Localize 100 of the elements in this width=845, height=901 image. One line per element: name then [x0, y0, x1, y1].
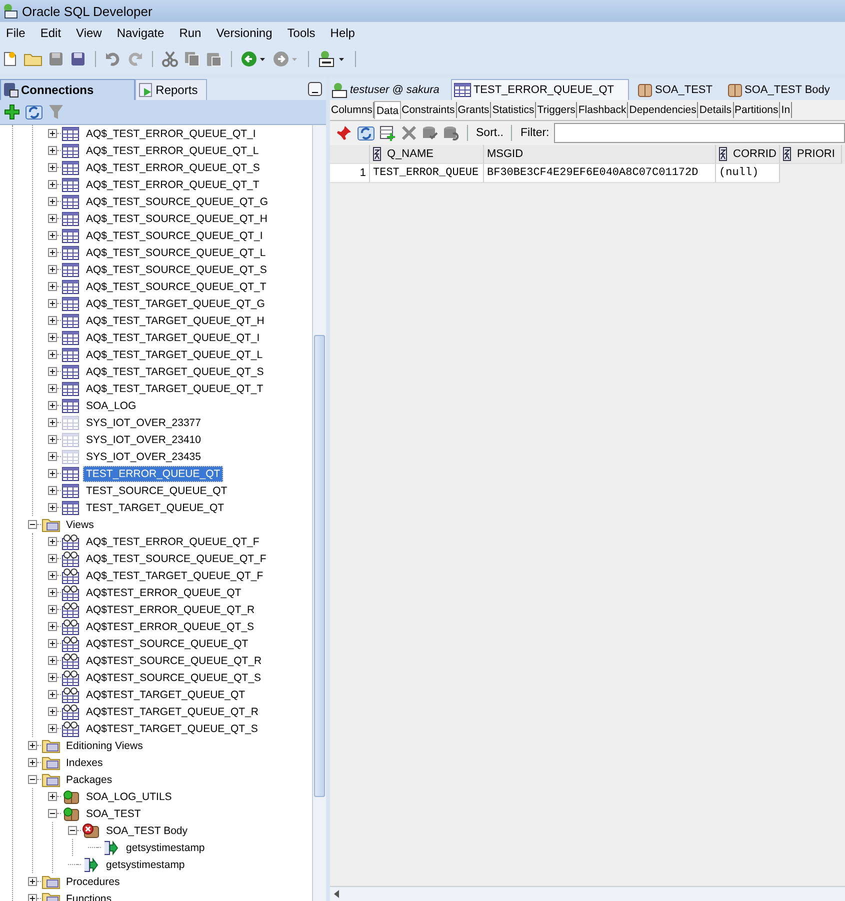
expander-icon[interactable]: [28, 894, 37, 901]
expander-icon[interactable]: [48, 214, 57, 223]
expander-icon[interactable]: [68, 826, 77, 835]
filter-field[interactable]: [554, 123, 845, 143]
expander-icon[interactable]: [48, 350, 57, 359]
tree-item[interactable]: SOA_TEST Body: [103, 822, 191, 838]
column-header[interactable]: PRIORI: [780, 145, 842, 164]
menu-item[interactable]: Help: [330, 26, 355, 40]
back-icon[interactable]: [241, 51, 267, 67]
expander-icon[interactable]: [48, 299, 57, 308]
tree-item[interactable]: AQ$_TEST_SOURCE_QUEUE_QT_I: [83, 228, 266, 244]
sub-tab[interactable]: Partitions: [734, 102, 780, 118]
tree-item[interactable]: AQ$TEST_SOURCE_QUEUE_QT: [83, 636, 252, 652]
tree-item[interactable]: AQ$_TEST_ERROR_QUEUE_QT_S: [83, 160, 263, 176]
insert-row-icon[interactable]: [380, 125, 396, 141]
expander-icon[interactable]: [48, 197, 57, 206]
panel-tab[interactable]: Connections: [0, 79, 135, 100]
expander-icon[interactable]: [48, 129, 57, 138]
tree-item[interactable]: TEST_TARGET_QUEUE_QT: [83, 500, 228, 516]
sql-worksheet-icon[interactable]: [318, 50, 346, 68]
tree-item[interactable]: AQ$TEST_SOURCE_QUEUE_QT_S: [83, 670, 264, 686]
tree-item[interactable]: AQ$TEST_ERROR_QUEUE_QT_R: [83, 602, 258, 618]
expander-icon[interactable]: [48, 265, 57, 274]
menu-item[interactable]: Versioning: [216, 26, 272, 40]
tree-item[interactable]: AQ$TEST_TARGET_QUEUE_QT: [83, 686, 248, 702]
scrollbar[interactable]: [330, 886, 845, 901]
undo-icon[interactable]: [105, 51, 121, 67]
cut-icon[interactable]: [162, 51, 178, 67]
expander-icon[interactable]: [48, 622, 57, 631]
editor-tab[interactable]: TEST_ERROR_QUEUE_QT: [451, 79, 630, 100]
tree-item[interactable]: AQ$_TEST_TARGET_QUEUE_QT_F: [83, 568, 266, 584]
tree-item[interactable]: AQ$_TEST_ERROR_QUEUE_QT_T: [83, 176, 262, 192]
tree-item[interactable]: Editioning Views: [63, 738, 146, 754]
sub-tab[interactable]: Details: [698, 102, 734, 118]
expander-icon[interactable]: [28, 877, 37, 886]
expander-icon[interactable]: [48, 384, 57, 393]
forward-icon[interactable]: [273, 51, 299, 67]
expander-icon[interactable]: [48, 333, 57, 342]
editor-tab[interactable]: testuser @ sakura: [330, 80, 446, 100]
expander-icon[interactable]: [48, 554, 57, 563]
expander-icon[interactable]: [48, 673, 57, 682]
save-all-icon[interactable]: [70, 51, 86, 67]
tree-item[interactable]: SYS_IOT_OVER_23410: [83, 432, 204, 448]
sub-tab[interactable]: Dependencies: [628, 102, 698, 118]
minimize-button[interactable]: [308, 82, 322, 96]
tree-item[interactable]: Procedures: [63, 874, 123, 890]
tree-item[interactable]: Packages: [63, 772, 116, 788]
expander-icon[interactable]: [48, 486, 57, 495]
refresh-icon[interactable]: [25, 104, 43, 120]
tree-item[interactable]: AQ$_TEST_SOURCE_QUEUE_QT_G: [83, 194, 272, 210]
sub-tab[interactable]: Statistics: [491, 102, 536, 118]
delete-icon[interactable]: [401, 125, 417, 141]
refresh-icon[interactable]: [357, 125, 375, 141]
save-icon[interactable]: [48, 51, 64, 67]
expander-icon[interactable]: [48, 656, 57, 665]
tree-item[interactable]: AQ$_TEST_TARGET_QUEUE_QT_T: [83, 380, 266, 396]
expander-icon[interactable]: [48, 367, 57, 376]
menu-item[interactable]: Navigate: [116, 26, 164, 40]
expander-icon[interactable]: [48, 248, 57, 257]
tree-item[interactable]: AQ$_TEST_ERROR_QUEUE_QT_F: [83, 534, 262, 550]
tree-item[interactable]: AQ$_TEST_TARGET_QUEUE_QT_S: [83, 364, 267, 380]
editor-tab[interactable]: SOA_TEST Body: [724, 80, 836, 100]
scrollbar[interactable]: [312, 125, 326, 901]
sub-tab[interactable]: In: [780, 102, 792, 118]
expander-icon[interactable]: [48, 537, 57, 546]
tree-item[interactable]: AQ$TEST_TARGET_QUEUE_QT_R: [83, 704, 262, 720]
tree-item[interactable]: TEST_ERROR_QUEUE_QT: [83, 466, 224, 482]
expander-icon[interactable]: [28, 758, 37, 767]
expander-icon[interactable]: [48, 605, 57, 614]
tree-item[interactable]: AQ$_TEST_SOURCE_QUEUE_QT_F: [83, 550, 270, 566]
tree-item[interactable]: SYS_IOT_OVER_23377: [83, 414, 204, 430]
expander-icon[interactable]: [48, 401, 57, 410]
tree-item[interactable]: AQ$_TEST_TARGET_QUEUE_QT_H: [83, 312, 268, 328]
menu-item[interactable]: File: [6, 26, 26, 40]
menu-item[interactable]: View: [76, 26, 102, 40]
sub-tab[interactable]: Data: [374, 101, 401, 119]
commit-icon[interactable]: [422, 125, 438, 141]
expander-icon[interactable]: [48, 316, 57, 325]
paste-icon[interactable]: [206, 51, 222, 67]
rollback-icon[interactable]: [443, 125, 459, 141]
expander-icon[interactable]: [48, 724, 57, 733]
expander-icon[interactable]: [48, 163, 57, 172]
expander-icon[interactable]: [48, 690, 57, 699]
tree-item[interactable]: AQ$_TEST_SOURCE_QUEUE_QT_H: [83, 210, 270, 226]
tree-item[interactable]: AQ$TEST_TARGET_QUEUE_QT_S: [83, 720, 261, 736]
expander-icon[interactable]: [48, 146, 57, 155]
tree-item[interactable]: getsystimestamp: [123, 840, 208, 856]
menu-item[interactable]: Tools: [287, 26, 316, 40]
tree-item[interactable]: AQ$_TEST_ERROR_QUEUE_QT_L: [83, 142, 262, 158]
tree-item[interactable]: AQ$_TEST_TARGET_QUEUE_QT_L: [83, 346, 266, 362]
sort-button[interactable]: Sort..: [476, 127, 504, 139]
tree-item[interactable]: AQ$_TEST_ERROR_QUEUE_QT_I: [83, 126, 259, 142]
expander-icon[interactable]: [48, 503, 57, 512]
tree-item[interactable]: Indexes: [63, 754, 106, 770]
tree-item[interactable]: SOA_LOG: [83, 398, 140, 414]
expander-icon[interactable]: [48, 435, 57, 444]
expander-icon[interactable]: [48, 231, 57, 240]
expander-icon[interactable]: [48, 418, 57, 427]
expander-icon[interactable]: [28, 741, 37, 750]
tree-item[interactable]: AQ$_TEST_SOURCE_QUEUE_QT_T: [83, 278, 270, 294]
